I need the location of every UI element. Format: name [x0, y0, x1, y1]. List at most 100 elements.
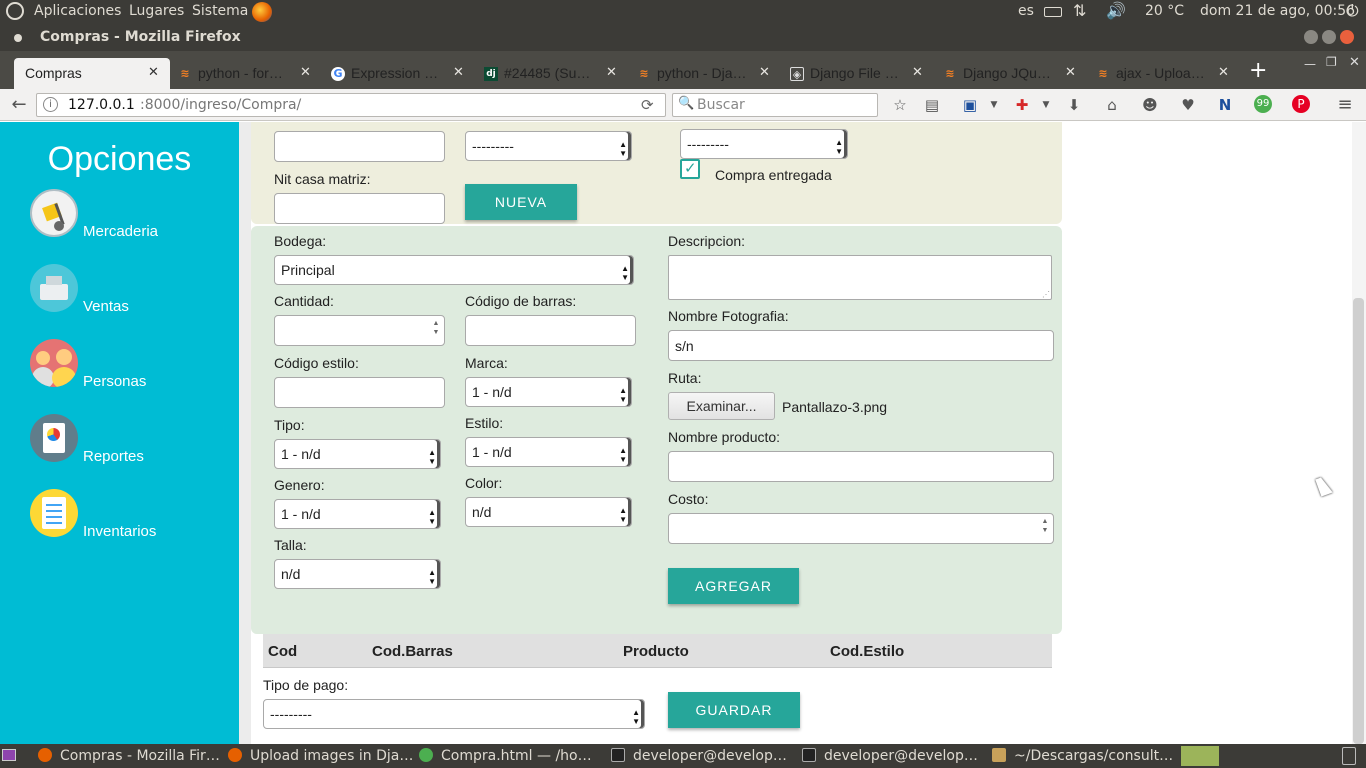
tipo-select[interactable]: 1 - n/d ▲ ▼	[274, 439, 441, 469]
close-tab-icon[interactable]: ✕	[453, 65, 464, 80]
task-item-1[interactable]: Compras - Mozilla Fir…	[60, 748, 220, 764]
workspace-switcher[interactable]	[1181, 746, 1219, 766]
trash-icon[interactable]	[1342, 747, 1356, 765]
nueva-button[interactable]: NUEVA	[465, 184, 577, 220]
url-bar[interactable]: i 127.0.0.1 :8000/ingreso/Compra/ ⟳	[36, 93, 666, 117]
info-icon[interactable]: i	[43, 97, 58, 112]
weather-temp[interactable]: 20 °C	[1145, 3, 1184, 19]
task-item-4[interactable]: developer@develop…	[633, 748, 787, 764]
hamburger-menu-icon[interactable]: ≡	[1335, 95, 1355, 115]
close-tab-icon[interactable]: ✕	[1218, 65, 1229, 80]
tab-django-file[interactable]: ◈ Django File … ✕	[786, 58, 930, 89]
win-minimize-icon[interactable]: —	[1304, 57, 1316, 71]
task-item-3[interactable]: Compra.html — /ho…	[441, 748, 592, 764]
close-tab-icon[interactable]: ✕	[300, 65, 311, 80]
header-text-field[interactable]	[274, 131, 445, 162]
sidebar-item-inventarios[interactable]: Inventarios	[30, 489, 230, 549]
reading-list-icon[interactable]: ▤	[922, 95, 942, 115]
color-select[interactable]: n/d ▲ ▼	[465, 497, 632, 527]
maximize-icon[interactable]	[1322, 30, 1336, 44]
n-extension-icon[interactable]: N	[1215, 95, 1235, 115]
close-tab-icon[interactable]: ✕	[148, 65, 159, 80]
tab-python-dja[interactable]: ≋ python - Dja… ✕	[633, 58, 777, 89]
tab-compras[interactable]: Compras ✕	[14, 58, 170, 89]
nombre-fotografia-input[interactable]: s/n	[668, 330, 1054, 361]
network-icon[interactable]: ⇅	[1073, 1, 1086, 20]
tab-django-jqu[interactable]: ≋ Django JQu… ✕	[939, 58, 1083, 89]
search-field[interactable]: 🔍 Buscar	[672, 93, 878, 117]
close-tab-icon[interactable]: ✕	[606, 65, 617, 80]
tab-ajax-upload[interactable]: ≋ ajax - Uploa… ✕	[1092, 58, 1236, 89]
costo-input[interactable]: ▲ ▼	[668, 513, 1054, 544]
pinterest-icon[interactable]: P	[1292, 95, 1310, 113]
spinner-icon[interactable]: ▲ ▼	[431, 319, 441, 337]
sidebar-item-reportes[interactable]: Reportes	[30, 414, 230, 474]
talla-select[interactable]: n/d ▲ ▼	[274, 559, 441, 589]
genero-select[interactable]: 1 - n/d ▲ ▼	[274, 499, 441, 529]
nombre-producto-input[interactable]	[668, 451, 1054, 482]
home-icon[interactable]: ⌂	[1102, 95, 1122, 115]
task-item-6[interactable]: ~/Descargas/consult…	[1014, 748, 1173, 764]
codigo-barras-input[interactable]	[465, 315, 636, 346]
sidebar-item-personas[interactable]: Personas	[30, 339, 230, 399]
dropdown-arrow-icon[interactable]: ▼	[1036, 95, 1056, 115]
keyboard-layout[interactable]: es	[1018, 3, 1034, 19]
win-restore-icon[interactable]: ❐	[1326, 55, 1337, 69]
tab-python-for[interactable]: ≋ python - for… ✕	[174, 58, 318, 89]
system-menu[interactable]: Sistema	[192, 3, 248, 19]
estilo-select[interactable]: 1 - n/d ▲ ▼	[465, 437, 632, 467]
tab-24485[interactable]: dj #24485 (Su… ✕	[480, 58, 624, 89]
chat-icon[interactable]: ☻	[1140, 95, 1160, 115]
clock[interactable]: dom 21 de ago, 00:56	[1200, 3, 1355, 19]
dropdown-arrow-icon[interactable]: ▼	[984, 95, 1004, 115]
places-menu[interactable]: Lugares	[129, 3, 184, 19]
close-window-icon[interactable]	[1340, 30, 1354, 44]
battery-icon[interactable]	[1044, 7, 1062, 17]
bodega-select[interactable]: Principal ▲ ▼	[274, 255, 634, 285]
close-tab-icon[interactable]: ✕	[912, 65, 923, 80]
report-icon	[30, 414, 78, 462]
task-item-2[interactable]: Upload images in Dja…	[250, 748, 413, 764]
marca-select[interactable]: 1 - n/d ▲ ▼	[465, 377, 632, 407]
codigo-estilo-input[interactable]	[274, 377, 445, 408]
nit-input[interactable]	[274, 193, 445, 224]
cantidad-input[interactable]: ▲ ▼	[274, 315, 445, 346]
close-tab-icon[interactable]: ✕	[1065, 65, 1076, 80]
resize-grip-icon[interactable]: ⋰	[1042, 290, 1050, 299]
ubuntu-logo-icon[interactable]	[6, 2, 24, 20]
download-icon[interactable]: ⬇	[1064, 95, 1084, 115]
back-icon[interactable]: ←	[9, 95, 29, 115]
task-item-5[interactable]: developer@develop…	[824, 748, 978, 764]
pocket-icon[interactable]: ♥	[1178, 95, 1198, 115]
sidebar-item-mercaderia[interactable]: Mercaderia	[30, 189, 230, 249]
firefox-launcher-icon[interactable]	[252, 2, 272, 22]
page-scrollbar-thumb[interactable]	[1353, 298, 1364, 744]
window-menu-dot-icon[interactable]	[14, 34, 22, 42]
show-desktop-icon[interactable]	[2, 749, 16, 761]
descripcion-textarea[interactable]: ⋰	[668, 255, 1052, 300]
power-icon[interactable]: ⏻	[1346, 1, 1359, 21]
minimize-icon[interactable]	[1304, 30, 1318, 44]
save-icon[interactable]: ▣	[960, 95, 980, 115]
window-title: Compras - Mozilla Firefox	[40, 29, 241, 45]
volume-icon[interactable]: 🔊	[1106, 1, 1126, 20]
tab-expression[interactable]: G Expression … ✕	[327, 58, 471, 89]
compra-entregada-checkbox[interactable]: ✓	[680, 159, 700, 179]
agregar-button[interactable]: AGREGAR	[668, 568, 799, 604]
header-select-2[interactable]: --------- ▲ ▼	[680, 129, 848, 159]
reload-icon[interactable]: ⟳	[641, 96, 654, 114]
firstaid-icon[interactable]: ✚	[1012, 95, 1032, 115]
close-tab-icon[interactable]: ✕	[759, 65, 770, 80]
win-close-icon[interactable]: ✕	[1349, 55, 1360, 70]
examinar-button[interactable]: Examinar...	[668, 392, 775, 420]
header-select-1[interactable]: --------- ▲ ▼	[465, 131, 632, 161]
tipo-pago-select[interactable]: --------- ▲ ▼	[263, 699, 645, 729]
applications-menu[interactable]: Aplicaciones	[34, 3, 121, 19]
new-tab-icon[interactable]: +	[1249, 58, 1267, 83]
spinner-icon[interactable]: ▲ ▼	[1040, 517, 1050, 535]
sidebar-item-ventas[interactable]: Ventas	[30, 264, 230, 324]
stackoverflow-icon: ≋	[945, 67, 955, 80]
bookmark-star-icon[interactable]: ☆	[890, 95, 910, 115]
green-extension-icon[interactable]: 99	[1254, 95, 1272, 113]
guardar-button[interactable]: GUARDAR	[668, 692, 800, 728]
